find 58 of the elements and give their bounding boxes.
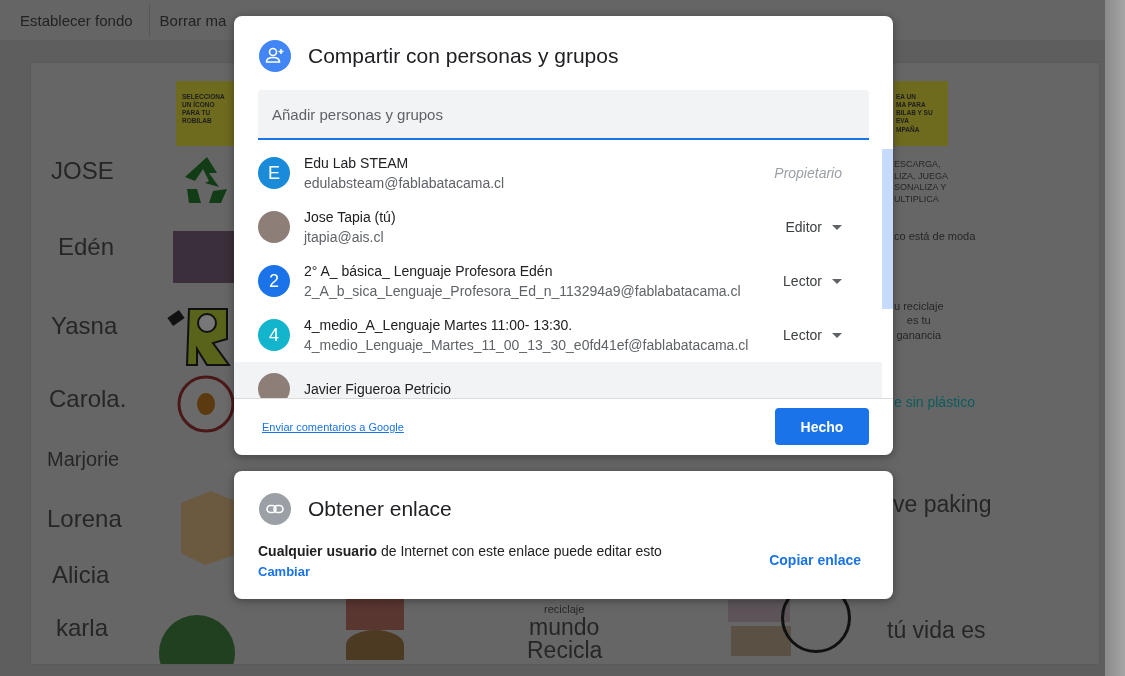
dialog-title: Obtener enlace — [308, 497, 452, 521]
person-name: Edu Lab STEAM — [304, 154, 410, 173]
add-person-icon — [259, 40, 291, 72]
name-text: karla — [56, 616, 109, 640]
sharing-description: Cualquier usuario de Internet con este enlace puede editar esto — [258, 542, 662, 561]
avatar-photo-placeholder — [258, 373, 290, 398]
role-dropdown[interactable]: Editor — [777, 215, 842, 239]
photo-placeholder — [173, 231, 235, 283]
person-row[interactable]: Javier Figueroa Petricio — [234, 362, 882, 398]
role-dropdown[interactable]: Lector — [775, 323, 842, 347]
done-button[interactable]: Hecho — [775, 408, 869, 445]
person-row[interactable]: 2 2° A_ básica_ Lenguaje Profesora Edén 2_A_b_sica_Lenguaje_Profesora_Ed_n_113294a9@fablabatacama.cl Lector — [234, 254, 882, 308]
person-name: Javier Figueroa Petricio — [304, 380, 453, 398]
link-text: e sin plástico — [894, 394, 975, 411]
name-text: Alicia — [52, 563, 110, 587]
dialog-title: Compartir con personas y grupos — [308, 44, 619, 68]
person-name: Jose Tapia (tú) — [304, 208, 397, 227]
copy-link-button[interactable]: Copiar enlace — [769, 546, 861, 574]
slide-text: Recicla — [527, 639, 603, 662]
avatar: E — [258, 157, 290, 189]
person-name: 2° A_ básica_ Lenguaje Profesora Edén — [304, 262, 554, 281]
name-text: Yasna — [51, 314, 118, 338]
avatar: 4 — [258, 319, 290, 351]
slide-text: tú vida es — [887, 619, 986, 642]
slide-text: ve paking — [893, 493, 992, 516]
name-text: JOSE — [51, 159, 114, 183]
slide-text: reciclaje — [544, 602, 585, 617]
person-row[interactable]: Jose Tapia (tú) jtapia@ais.cl Editor — [234, 200, 882, 254]
role-label: Propietario — [774, 165, 842, 181]
person-row[interactable]: 4 4_medio_A_Lenguaje Martes 11:00- 13:30. 4_medio_Lenguaje_Martes_11_00_13_30_e0fd41ef@fablabatacama.cl Lector — [234, 308, 882, 362]
avatar-photo-placeholder — [258, 211, 290, 243]
scrollbar[interactable] — [1105, 0, 1125, 676]
caret-icon — [832, 332, 842, 338]
person-row[interactable]: E Edu Lab STEAM edulabsteam@fablabatacama.cl Propietario — [234, 146, 882, 200]
slide-text: co está de moda — [894, 229, 976, 244]
caret-icon — [832, 278, 842, 284]
color-wheel-drawing — [346, 630, 404, 660]
person-email: 2_A_b_sica_Lenguaje_Profesora_Ed_n_113294a9@fablabatacama.cl — [304, 282, 742, 301]
role-dropdown[interactable]: Lector — [775, 269, 842, 293]
avatar: 2 — [258, 265, 290, 297]
change-link[interactable]: Cambiar — [258, 564, 311, 579]
person-email: jtapia@ais.cl — [304, 228, 385, 247]
name-text: Marjorie — [47, 449, 120, 469]
color-bars-drawing — [346, 598, 404, 630]
feedback-link[interactable]: Enviar comentarios a Google — [262, 420, 404, 433]
slide-text: mundo — [529, 616, 600, 639]
person-email: 4_medio_Lenguaje_Martes_11_00_13_30_e0fd41ef@fablabatacama.cl — [304, 336, 750, 355]
photo-placeholder — [728, 600, 790, 622]
name-text: Lorena — [47, 507, 122, 531]
search-field[interactable]: Añadir personas y grupos — [258, 90, 869, 140]
link-icon — [259, 493, 291, 525]
person-email: edulabsteam@fablabatacama.cl — [304, 174, 506, 193]
name-text: Edén — [58, 235, 115, 259]
person-name: 4_medio_A_Lenguaje Martes 11:00- 13:30. — [304, 316, 574, 335]
scrollbar-thumb[interactable] — [882, 149, 893, 309]
caret-icon — [832, 224, 842, 230]
photo-placeholder — [731, 626, 791, 656]
name-text: Carola. — [49, 387, 127, 411]
